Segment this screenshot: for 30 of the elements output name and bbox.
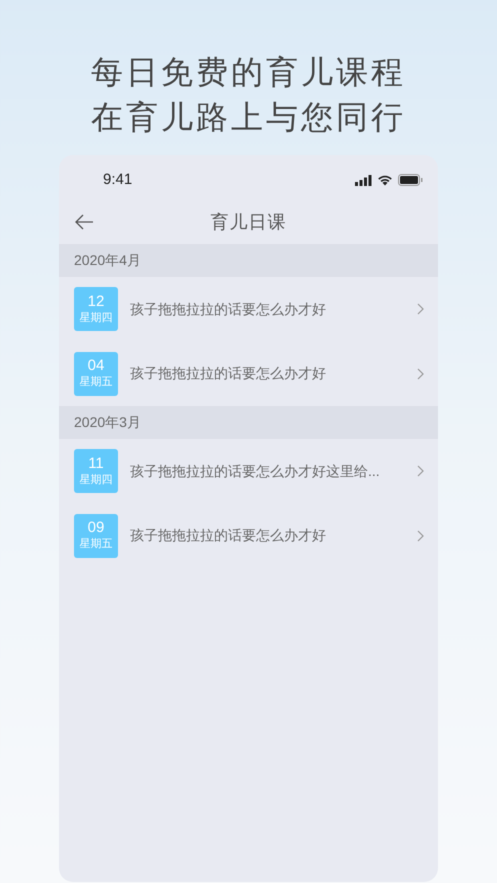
chevron-icon (417, 303, 424, 316)
wifi-icon (377, 174, 393, 186)
section-title: 2020年3月 (74, 413, 141, 432)
lesson-title: 孩子拖拖拉拉的话要怎么办才好这里给... (130, 462, 381, 481)
section-title: 2020年4月 (74, 251, 141, 270)
signal-icon (355, 174, 372, 186)
lesson-row[interactable]: 11 星期四 孩子拖拖拉拉的话要怎么办才好这里给... (59, 439, 438, 504)
page-title: 育儿日课 (210, 211, 286, 234)
weekday: 星期四 (80, 472, 112, 488)
lesson-title: 孩子拖拖拉拉的话要怎么办才好 (130, 526, 327, 546)
day-number: 04 (88, 357, 104, 376)
chevron-icon (417, 530, 424, 542)
chevron-icon (417, 465, 424, 478)
lesson-title: 孩子拖拖拉拉的话要怎么办才好 (130, 300, 327, 319)
day-number: 12 (88, 292, 104, 311)
day-number: 11 (88, 454, 104, 473)
back-icon (74, 214, 94, 230)
headline: 每日免费的育儿课程 (91, 53, 406, 92)
headline: 在育儿路上与您同行 (91, 98, 406, 137)
lesson-row[interactable]: 12 星期四 孩子拖拖拉拉的话要怎么办才好 (59, 277, 438, 342)
weekday: 星期五 (80, 537, 112, 552)
status-time: 9:41 (103, 170, 132, 190)
weekday: 星期五 (80, 375, 112, 390)
weekday: 星期四 (80, 310, 112, 326)
lesson-row[interactable]: 09 星期五 孩子拖拖拉拉的话要怎么办才好 (59, 504, 438, 568)
chevron-icon (417, 368, 424, 380)
day-number: 09 (88, 519, 104, 538)
lesson-row[interactable]: 04 星期五 孩子拖拖拉拉的话要怎么办才好 (59, 342, 438, 406)
lesson-title: 孩子拖拖拉拉的话要怎么办才好 (130, 364, 327, 384)
battery-icon (398, 174, 423, 186)
